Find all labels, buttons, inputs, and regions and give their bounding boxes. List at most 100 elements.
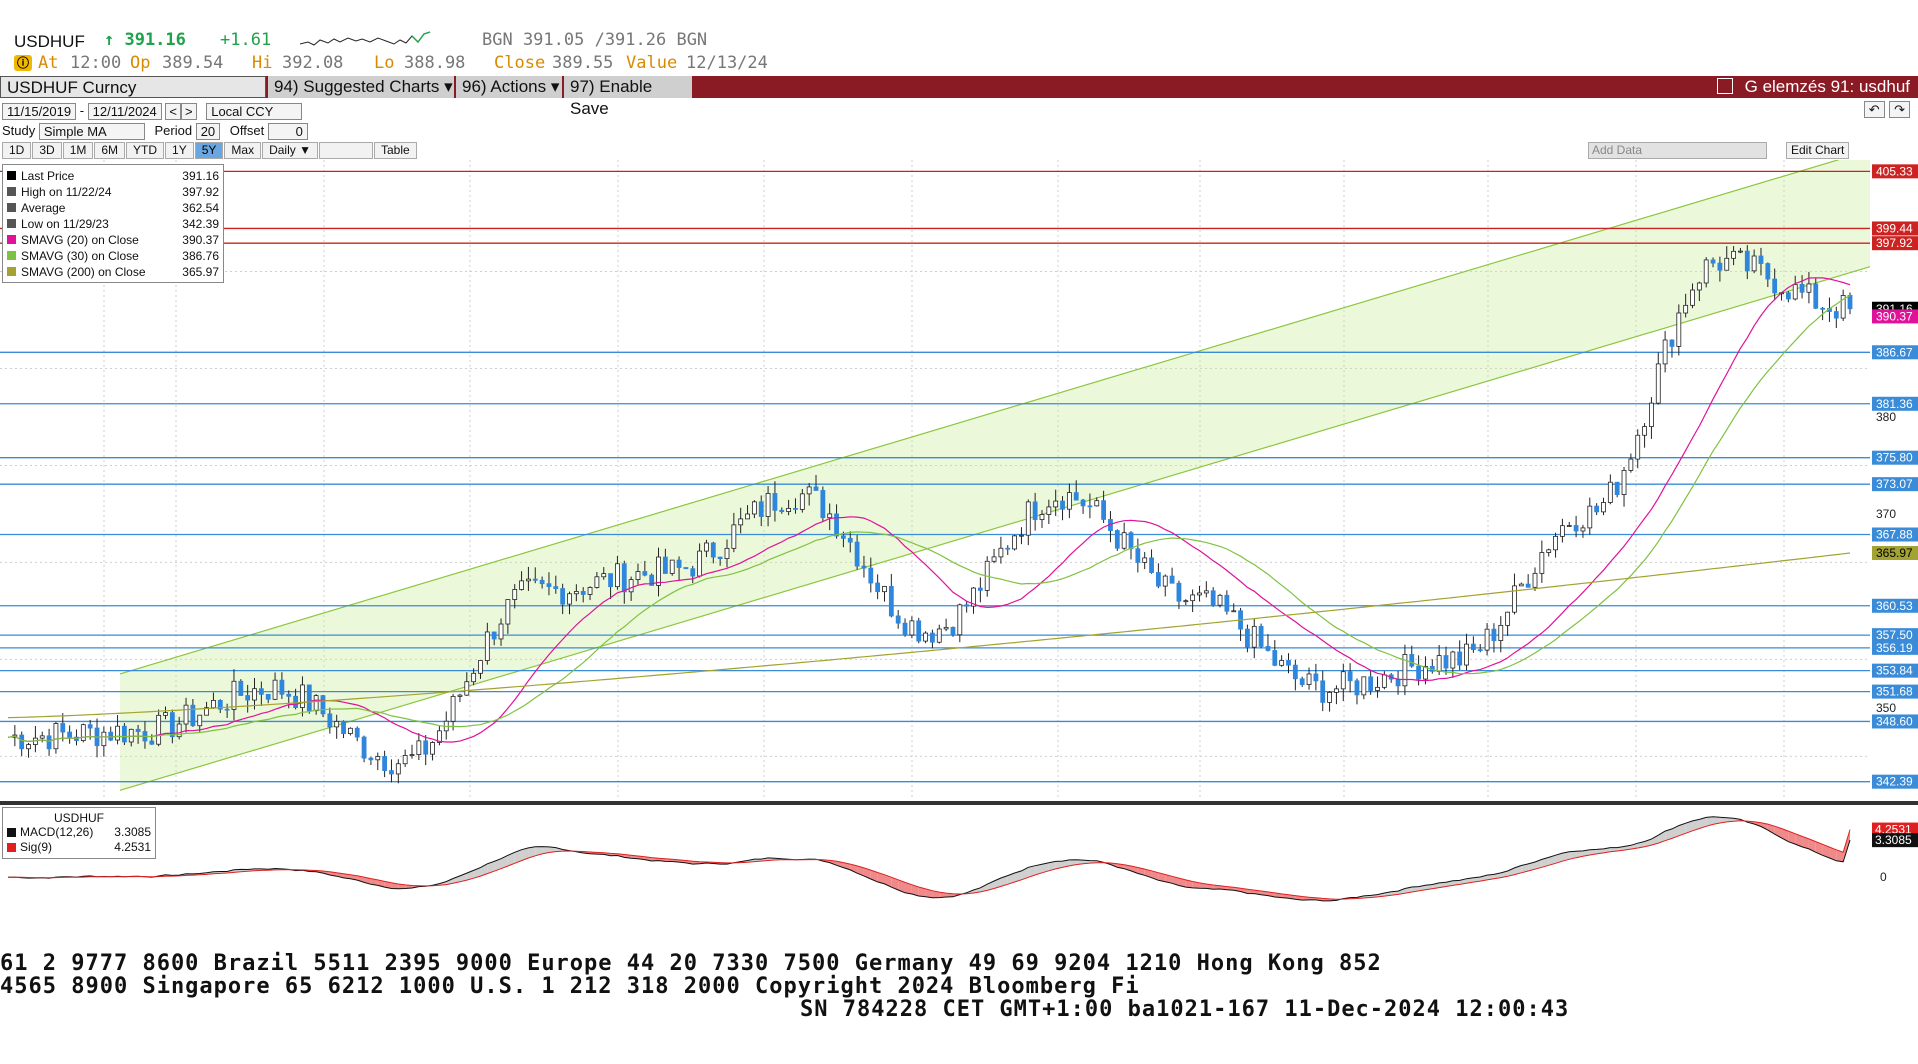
open-value: 389.54: [162, 53, 224, 73]
range-1y[interactable]: 1Y: [165, 142, 194, 159]
range-5y[interactable]: 5Y: [194, 142, 224, 159]
candle-body: [615, 563, 620, 588]
macd-line: [7, 816, 1851, 902]
legend-swatch: [7, 171, 16, 180]
candle-body: [1813, 283, 1819, 309]
candle-body: [1491, 628, 1497, 641]
candle-body: [464, 681, 470, 696]
edit-chart-button[interactable]: Edit Chart: [1786, 142, 1850, 159]
offset-label: Offset: [229, 123, 265, 138]
date-from-field[interactable]: 11/15/2019: [2, 103, 77, 120]
legend-swatch: [7, 843, 16, 852]
y-tick-label: 370: [1876, 507, 1896, 521]
candle-body: [909, 620, 915, 636]
study-controls: Study Simple MA Period 20 Offset 0: [2, 123, 308, 140]
candle-body: [286, 693, 292, 697]
open-label: Op: [130, 53, 151, 73]
next-arrow-icon[interactable]: >: [181, 103, 197, 120]
candle-body: [1642, 426, 1647, 436]
undo-icon[interactable]: ↶: [1863, 101, 1885, 118]
chart-style-select[interactable]: [318, 142, 373, 159]
legend-row: Low on 11/29/23 342.39: [7, 216, 219, 232]
candle-body: [765, 493, 771, 517]
macd-last-label: 3.3085: [1875, 833, 1912, 847]
candle-body: [484, 631, 490, 661]
candle-body: [471, 672, 477, 683]
security-field[interactable]: USDHUF Curncy: [0, 76, 266, 98]
export-icon[interactable]: [1716, 78, 1733, 94]
enable-save-button[interactable]: 97) Enable Save: [564, 76, 692, 118]
period-field[interactable]: 20: [195, 123, 221, 140]
candle-body: [1744, 250, 1750, 272]
candle-body: [1512, 585, 1517, 613]
offset-field[interactable]: 0: [267, 123, 308, 140]
legend-label: Sig(9): [20, 840, 53, 854]
table-button[interactable]: Table: [373, 142, 417, 159]
candle-body: [601, 573, 607, 578]
candle-body: [1114, 530, 1120, 549]
prev-arrow-icon[interactable]: <: [165, 103, 181, 120]
redo-icon[interactable]: ↷: [1889, 101, 1910, 118]
legend-swatch: [7, 251, 16, 260]
date-to-field[interactable]: 12/11/2024: [87, 103, 162, 120]
candle-body: [265, 693, 271, 700]
candle-body: [704, 542, 709, 552]
level-label: 375.80: [1876, 451, 1913, 465]
legend-value: 390.37: [182, 233, 219, 247]
high-value: 392.08: [282, 53, 344, 73]
chart-title: G elemzés 91: usdhuf: [1716, 76, 1910, 98]
ohlc-line: ⓘ At 12:00 Op 389.54 Hi 392.08 Lo 388.98…: [0, 53, 1918, 75]
candle-body: [1683, 304, 1689, 314]
candle-body: [697, 550, 703, 577]
legend-row: High on 11/22/24 397.92: [7, 184, 219, 200]
candle-body: [1121, 532, 1127, 549]
candle-body: [108, 731, 114, 741]
chart-title-text: G elemzés 91: usdhuf: [1744, 77, 1910, 96]
range-3d[interactable]: 3D: [32, 142, 62, 159]
macd-legend: USDHUF MACD(12,26) 3.3085 Sig(9) 4.2531: [2, 807, 156, 859]
candle-body: [1594, 505, 1600, 513]
candle-body: [1833, 311, 1839, 319]
candle-body: [1772, 278, 1778, 294]
macd-legend-row: Sig(9) 4.2531: [7, 840, 151, 855]
range-1m[interactable]: 1M: [62, 142, 94, 159]
candle-body: [1142, 557, 1148, 563]
candle-body: [1381, 674, 1387, 688]
candle-body: [875, 582, 881, 593]
range-max[interactable]: Max: [224, 142, 262, 159]
range-ytd[interactable]: YTD: [126, 142, 165, 159]
currency-select[interactable]: Local CCY: [206, 103, 303, 120]
candle-body: [635, 571, 641, 581]
period-label: Period: [154, 123, 193, 138]
range-1d[interactable]: 1D: [2, 142, 32, 159]
actions-button[interactable]: 96) Actions ▾: [456, 76, 562, 98]
candle-body: [1505, 611, 1511, 626]
frequency-select[interactable]: Daily ▼: [262, 142, 318, 159]
legend-row: Last Price 391.16: [7, 168, 219, 184]
value-date: 12/13/24: [686, 53, 768, 73]
candle-body: [354, 727, 360, 738]
legend-value: 362.54: [182, 201, 219, 215]
suggested-charts-button[interactable]: 94) Suggested Charts ▾: [268, 76, 454, 98]
add-data-field[interactable]: Add Data: [1588, 142, 1767, 159]
undo-redo: ↶ ↷: [1863, 101, 1910, 119]
candle-body: [1327, 692, 1332, 703]
legend-label: Low on 11/29/23: [21, 217, 109, 231]
candle-body: [957, 604, 963, 636]
y-tick-label: 350: [1876, 701, 1896, 715]
level-label: 405.33: [1876, 164, 1913, 178]
candle-body: [1354, 680, 1360, 696]
candle-body: [1210, 590, 1216, 606]
study-select[interactable]: Simple MA: [38, 123, 145, 140]
range-6m[interactable]: 6M: [94, 142, 126, 159]
candle-body: [1450, 651, 1456, 669]
candle-body: [1765, 263, 1771, 280]
legend-value: 386.76: [182, 249, 219, 263]
candle-body: [1628, 458, 1634, 471]
low-value: 388.98: [404, 53, 466, 73]
candle-body: [717, 556, 723, 560]
legend-row: Average 362.54: [7, 200, 219, 216]
symbol: USDHUF: [14, 32, 85, 51]
candle-body: [190, 704, 196, 727]
info-icon[interactable]: ⓘ: [14, 55, 32, 71]
